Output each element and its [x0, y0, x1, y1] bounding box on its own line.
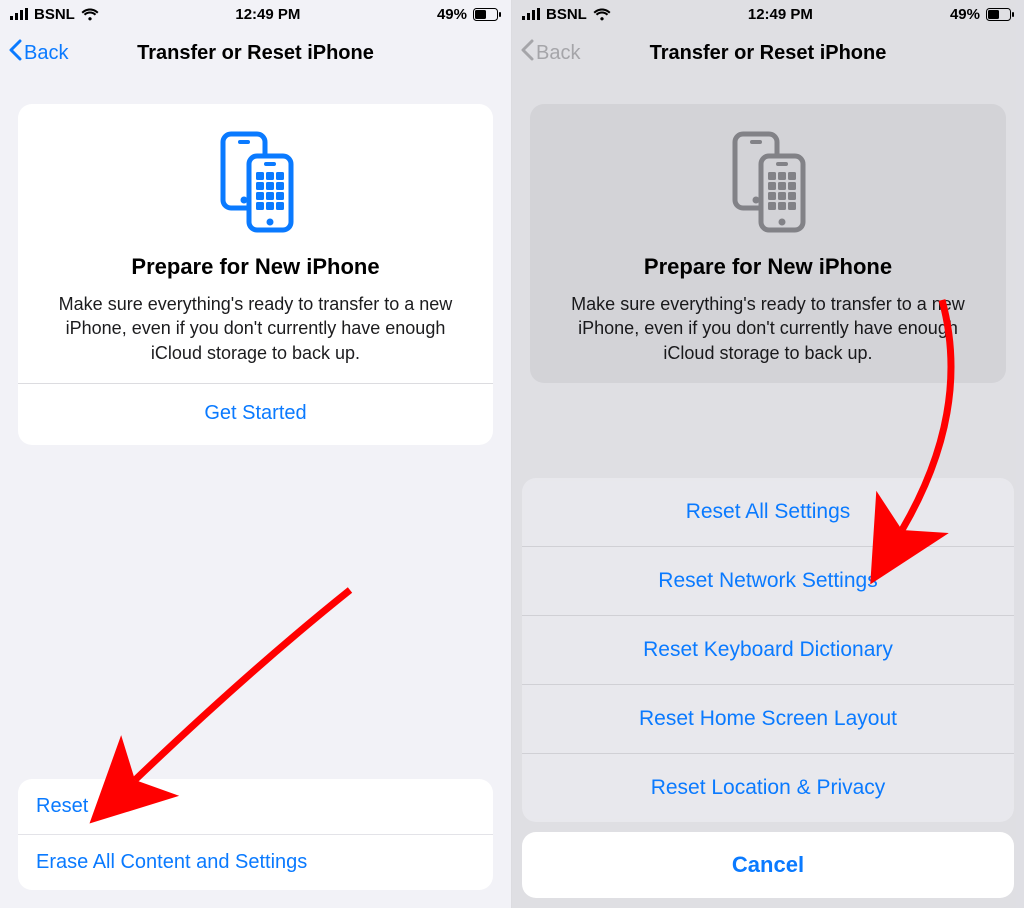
- cellular-signal-icon: [522, 8, 540, 20]
- battery-percent: 49%: [437, 6, 467, 23]
- card-body: Make sure everything's ready to transfer…: [36, 292, 475, 383]
- annotation-arrow-left: [100, 580, 360, 810]
- bottom-action-list: Reset Erase All Content and Settings: [18, 779, 493, 890]
- sheet-option-reset-home[interactable]: Reset Home Screen Layout: [522, 684, 1014, 753]
- back-button[interactable]: Back: [520, 39, 580, 67]
- erase-all-button[interactable]: Erase All Content and Settings: [18, 834, 493, 890]
- clock: 12:49 PM: [748, 6, 813, 23]
- back-button[interactable]: Back: [8, 39, 68, 67]
- card-body: Make sure everything's ready to transfer…: [548, 292, 988, 383]
- cellular-signal-icon: [10, 8, 28, 20]
- battery-icon: [986, 8, 1014, 21]
- status-bar: BSNL 12:49 PM 49%: [0, 0, 511, 28]
- devices-icon: [36, 126, 475, 236]
- sheet-option-reset-keyboard[interactable]: Reset Keyboard Dictionary: [522, 615, 1014, 684]
- carrier-label: BSNL: [34, 6, 75, 23]
- action-sheet: Reset All Settings Reset Network Setting…: [522, 478, 1014, 898]
- sheet-option-reset-network[interactable]: Reset Network Settings: [522, 546, 1014, 615]
- chevron-left-icon: [8, 39, 22, 67]
- prepare-card: Prepare for New iPhone Make sure everyth…: [18, 104, 493, 445]
- back-label: Back: [24, 42, 68, 65]
- get-started-button[interactable]: Get Started: [36, 384, 475, 445]
- wifi-icon: [81, 8, 99, 21]
- sheet-option-reset-all[interactable]: Reset All Settings: [522, 478, 1014, 546]
- carrier-label: BSNL: [546, 6, 587, 23]
- status-bar: BSNL 12:49 PM 49%: [512, 0, 1024, 28]
- back-label: Back: [536, 42, 580, 65]
- wifi-icon: [593, 8, 611, 21]
- nav-bar: Back Transfer or Reset iPhone: [0, 28, 511, 78]
- clock: 12:49 PM: [235, 6, 300, 23]
- screenshot-right: BSNL 12:49 PM 49% Back Transfer or Reset…: [512, 0, 1024, 908]
- nav-bar: Back Transfer or Reset iPhone: [512, 28, 1024, 78]
- card-heading: Prepare for New iPhone: [548, 254, 988, 280]
- prepare-card: Prepare for New iPhone Make sure everyth…: [530, 104, 1006, 383]
- battery-percent: 49%: [950, 6, 980, 23]
- card-heading: Prepare for New iPhone: [36, 254, 475, 280]
- page-title: Transfer or Reset iPhone: [137, 42, 374, 65]
- sheet-option-reset-location[interactable]: Reset Location & Privacy: [522, 753, 1014, 822]
- page-title: Transfer or Reset iPhone: [650, 42, 887, 65]
- devices-icon: [548, 126, 988, 236]
- sheet-cancel-button[interactable]: Cancel: [522, 832, 1014, 898]
- reset-button[interactable]: Reset: [18, 779, 493, 834]
- screenshot-left: BSNL 12:49 PM 49% Back Transfer or Reset…: [0, 0, 512, 908]
- chevron-left-icon: [520, 39, 534, 67]
- battery-icon: [473, 8, 501, 21]
